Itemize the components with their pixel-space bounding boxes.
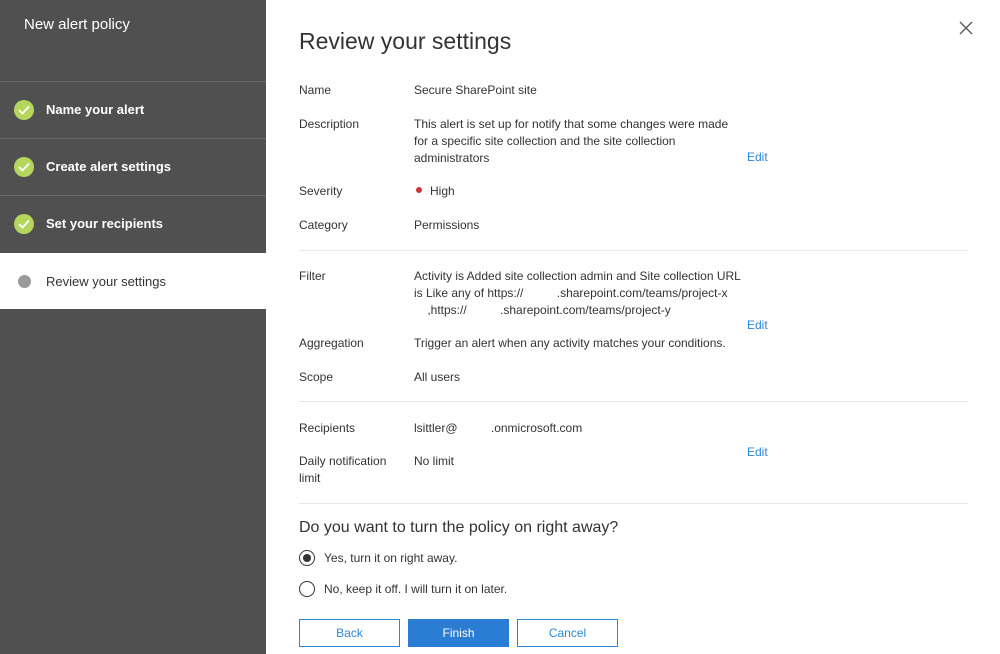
close-button[interactable] — [958, 20, 978, 40]
radio-selected-icon — [299, 550, 315, 566]
wizard-title: New alert policy — [24, 16, 130, 33]
filter-value: Activity is Added site collection admin … — [414, 268, 754, 319]
daily-limit-label: Daily notification limit — [299, 454, 387, 485]
divider — [299, 250, 968, 251]
name-label: Name — [299, 83, 332, 97]
edit-general-link[interactable]: Edit — [747, 150, 768, 164]
step-review-your-settings[interactable]: Review your settings — [0, 253, 266, 309]
edit-conditions-link[interactable]: Edit — [747, 318, 768, 332]
radio-label: No, keep it off. I will turn it on later… — [324, 582, 508, 596]
category-value: Permissions — [414, 218, 480, 232]
description-value: This alert is set up for notify that som… — [414, 117, 729, 165]
severity-label: Severity — [299, 184, 343, 198]
divider — [299, 503, 968, 504]
step-label: Name your alert — [46, 102, 145, 117]
category-label: Category — [299, 218, 348, 232]
edit-recipients-link[interactable]: Edit — [747, 445, 768, 459]
filter-line-1: Activity is Added site collection admin … — [414, 269, 741, 283]
aggregation-label: Aggregation — [299, 336, 364, 350]
turn-on-question: Do you want to turn the policy on right … — [299, 519, 619, 536]
close-icon — [959, 21, 973, 35]
cancel-button[interactable]: Cancel — [517, 619, 618, 647]
checkmark-icon — [14, 213, 34, 234]
divider — [299, 401, 968, 402]
severity-value: High — [430, 184, 455, 198]
wizard-sidebar: New alert policy Name your alert Create … — [0, 0, 266, 654]
step-create-alert-settings[interactable]: Create alert settings — [0, 138, 266, 194]
back-button[interactable]: Back — [299, 619, 400, 647]
aggregation-value: Trigger an alert when any activity match… — [414, 336, 726, 350]
name-value: Secure SharePoint site — [414, 83, 537, 97]
radio-keep-off[interactable]: No, keep it off. I will turn it on later… — [299, 581, 507, 597]
severity-value-wrap: High — [414, 183, 744, 200]
step-label: Set your recipients — [46, 216, 164, 231]
step-label: Create alert settings — [46, 159, 171, 174]
step-label: Review your settings — [46, 273, 166, 289]
step-set-your-recipients[interactable]: Set your recipients — [0, 195, 266, 251]
recipients-label: Recipients — [299, 421, 356, 435]
recipients-value: lsittler@ .onmicrosoft.com — [414, 421, 583, 435]
step-name-your-alert[interactable]: Name your alert — [0, 81, 266, 137]
description-label: Description — [299, 117, 360, 131]
radio-turn-on-now[interactable]: Yes, turn it on right away. — [299, 550, 457, 566]
filter-line-3: ,https:// .sharepoint.com/teams/project-… — [414, 303, 671, 317]
checkmark-icon — [14, 99, 34, 120]
page-title: Review your settings — [299, 28, 512, 54]
scope-label: Scope — [299, 370, 334, 384]
filter-label: Filter — [299, 269, 326, 283]
current-step-indicator-icon — [18, 274, 31, 288]
finish-button[interactable]: Finish — [408, 619, 509, 647]
scope-value: All users — [414, 370, 461, 384]
severity-dot-icon — [416, 187, 422, 193]
daily-limit-value: No limit — [414, 454, 455, 468]
radio-unselected-icon — [299, 581, 315, 597]
checkmark-icon — [14, 156, 34, 177]
radio-label: Yes, turn it on right away. — [324, 551, 458, 565]
filter-line-2: is Like any of https:// .sharepoint.com/… — [414, 286, 728, 300]
